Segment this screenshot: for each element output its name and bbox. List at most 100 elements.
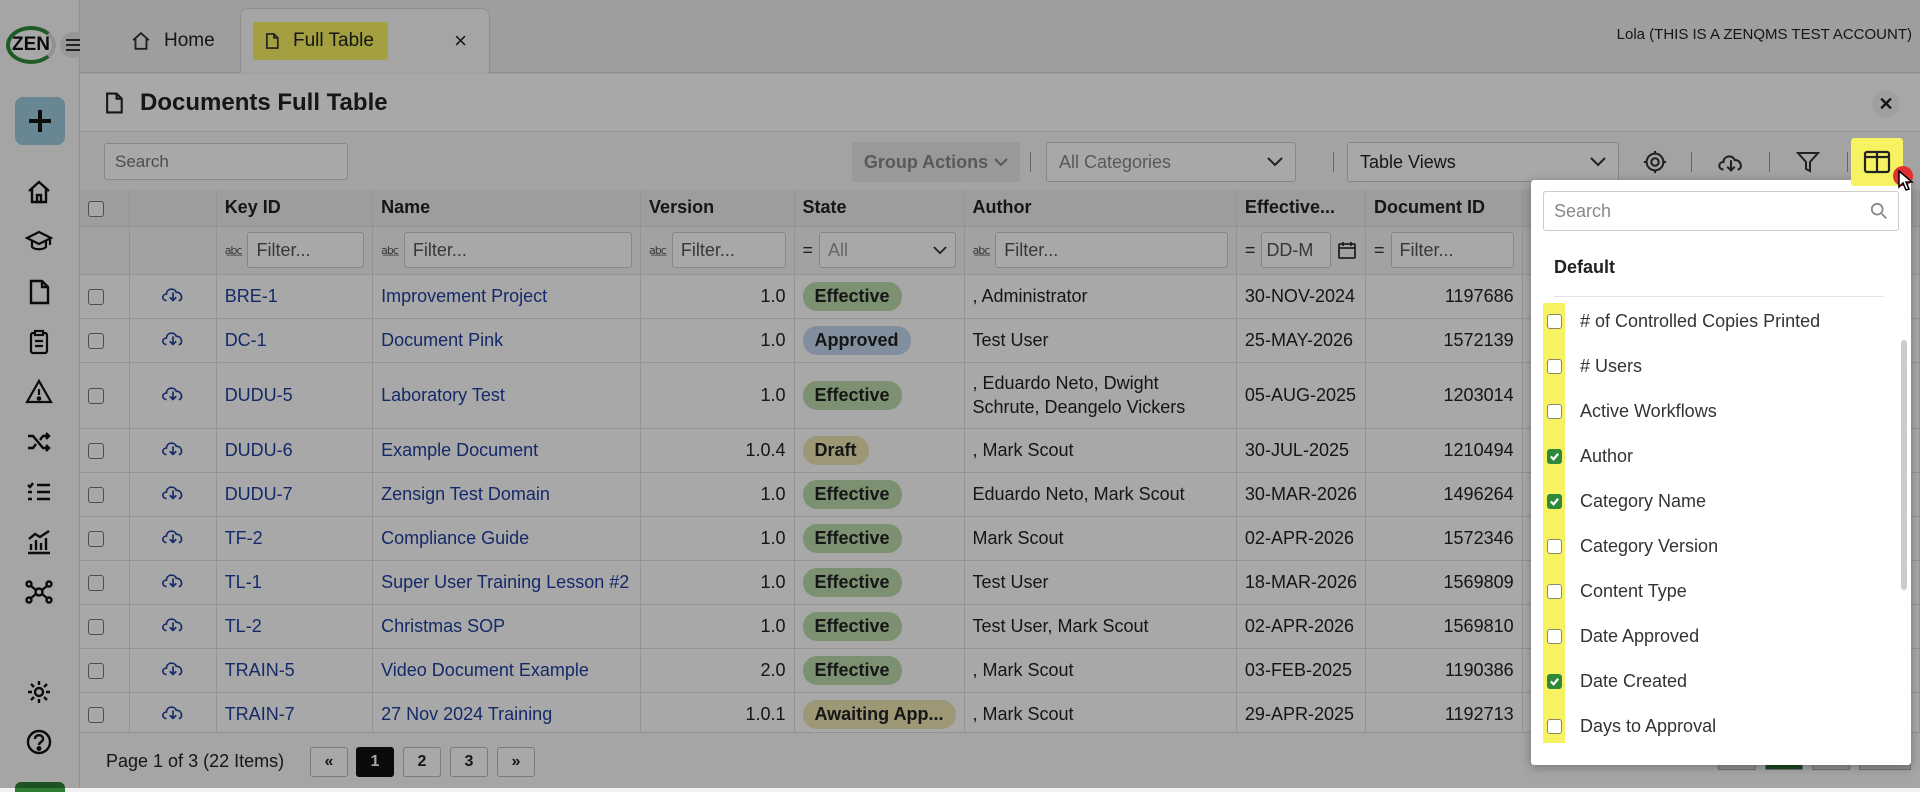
select-all-checkbox[interactable] bbox=[88, 200, 104, 217]
column-option[interactable]: Days to Approval bbox=[1547, 711, 1716, 741]
tab-home[interactable]: Home bbox=[110, 8, 260, 73]
column-option-checkbox[interactable] bbox=[1547, 673, 1562, 689]
account-name[interactable]: Lola (THIS IS A ZENQMS TEST ACCOUNT) bbox=[1617, 26, 1912, 43]
column-header-effective[interactable]: Effective... bbox=[1236, 190, 1366, 227]
key-id-cell[interactable]: DUDU-5 bbox=[216, 362, 374, 429]
warning-icon[interactable] bbox=[25, 378, 53, 406]
name-cell[interactable]: Zensign Test Domain bbox=[372, 472, 642, 517]
zen-logo[interactable]: ZEN bbox=[6, 26, 56, 64]
panel-close-button[interactable]: ✕ bbox=[1872, 90, 1900, 118]
name-cell[interactable]: Christmas SOP bbox=[372, 604, 642, 649]
name-cell[interactable]: Super User Training Lesson #2 bbox=[372, 560, 642, 605]
key-id-cell[interactable]: BRE-1 bbox=[216, 274, 374, 319]
column-option-checkbox[interactable] bbox=[1547, 628, 1562, 644]
sidebar-bottom-tab[interactable] bbox=[15, 782, 65, 792]
search-input[interactable] bbox=[113, 150, 338, 173]
text-filter-icon[interactable]: a͟b͟c bbox=[225, 244, 243, 257]
row-checkbox[interactable] bbox=[88, 662, 104, 679]
name-filter-input[interactable]: Filter... bbox=[403, 232, 633, 268]
document-id-filter-input[interactable]: Filter... bbox=[1390, 232, 1514, 268]
key-id-cell[interactable]: TL-1 bbox=[216, 560, 374, 605]
page-2-button[interactable]: 2 bbox=[403, 747, 441, 777]
column-option-checkbox[interactable] bbox=[1547, 538, 1562, 554]
next-page-button[interactable]: » bbox=[497, 747, 535, 777]
download-button[interactable] bbox=[1714, 145, 1748, 179]
name-cell[interactable]: Compliance Guide bbox=[372, 516, 642, 561]
column-option-checkbox[interactable] bbox=[1547, 583, 1562, 599]
column-option-checkbox[interactable] bbox=[1547, 493, 1562, 509]
column-option[interactable]: Author bbox=[1547, 441, 1633, 471]
column-header-state[interactable]: State bbox=[794, 190, 965, 227]
key-id-cell[interactable]: TRAIN-7 bbox=[216, 692, 374, 737]
name-cell[interactable]: Improvement Project bbox=[372, 274, 642, 319]
column-option[interactable]: Category Version bbox=[1547, 531, 1718, 561]
cloud-download-icon[interactable] bbox=[160, 570, 186, 590]
calendar-icon[interactable] bbox=[1337, 240, 1357, 260]
column-search-input[interactable]: Search bbox=[1543, 191, 1899, 231]
home-icon[interactable] bbox=[25, 178, 53, 206]
column-option[interactable]: Active Workflows bbox=[1547, 396, 1717, 426]
column-header-name[interactable]: Name bbox=[372, 190, 642, 227]
text-filter-icon[interactable]: a͟b͟c bbox=[381, 244, 399, 257]
key-id-cell[interactable]: DUDU-6 bbox=[216, 428, 374, 473]
column-header-author[interactable]: Author bbox=[964, 190, 1237, 227]
page-3-button[interactable]: 3 bbox=[450, 747, 488, 777]
column-option[interactable]: # of Controlled Copies Printed bbox=[1547, 306, 1820, 336]
tab-full-table[interactable]: Full Table × bbox=[240, 8, 490, 73]
column-header-key-id[interactable]: Key ID bbox=[216, 190, 374, 227]
row-checkbox[interactable] bbox=[88, 618, 104, 635]
shuffle-icon[interactable] bbox=[25, 428, 53, 456]
name-cell[interactable]: Document Pink bbox=[372, 318, 642, 363]
key-id-cell[interactable]: TRAIN-5 bbox=[216, 648, 374, 693]
row-checkbox[interactable] bbox=[88, 706, 104, 723]
column-option[interactable]: Category Name bbox=[1547, 486, 1706, 516]
row-checkbox[interactable] bbox=[88, 332, 104, 349]
document-icon[interactable] bbox=[25, 278, 53, 306]
cloud-download-icon[interactable] bbox=[160, 526, 186, 546]
name-cell[interactable]: 27 Nov 2024 Training bbox=[372, 692, 642, 737]
name-cell[interactable]: Video Document Example bbox=[372, 648, 642, 693]
help-icon[interactable] bbox=[25, 728, 53, 756]
row-checkbox[interactable] bbox=[88, 387, 104, 404]
key-id-cell[interactable]: TL-2 bbox=[216, 604, 374, 649]
text-filter-icon[interactable]: a͟b͟c bbox=[649, 244, 667, 257]
cloud-download-icon[interactable] bbox=[160, 328, 186, 348]
key-id-cell[interactable]: DUDU-7 bbox=[216, 472, 374, 517]
cloud-download-icon[interactable] bbox=[160, 438, 186, 458]
row-checkbox[interactable] bbox=[88, 530, 104, 547]
cloud-download-icon[interactable] bbox=[160, 383, 186, 403]
cloud-download-icon[interactable] bbox=[160, 702, 186, 722]
cloud-download-icon[interactable] bbox=[160, 614, 186, 634]
key-id-cell[interactable]: TF-2 bbox=[216, 516, 374, 561]
list-icon[interactable] bbox=[25, 478, 53, 506]
clipboard-icon[interactable] bbox=[25, 328, 53, 356]
name-cell[interactable]: Example Document bbox=[372, 428, 642, 473]
tab-close-icon[interactable]: × bbox=[454, 30, 467, 52]
filter-button[interactable] bbox=[1791, 145, 1825, 179]
author-filter-input[interactable]: Filter... bbox=[995, 232, 1228, 268]
column-header-document-id[interactable]: Document ID bbox=[1365, 190, 1523, 227]
column-option[interactable]: Date Approved bbox=[1547, 621, 1699, 651]
column-option-checkbox[interactable] bbox=[1547, 718, 1562, 734]
effective-date-filter[interactable]: DD-M bbox=[1261, 232, 1331, 268]
row-checkbox[interactable] bbox=[88, 574, 104, 591]
settings-button[interactable] bbox=[1638, 145, 1672, 179]
add-button[interactable] bbox=[15, 97, 65, 145]
column-option-checkbox[interactable] bbox=[1547, 403, 1562, 419]
chart-icon[interactable] bbox=[25, 528, 53, 556]
row-checkbox[interactable] bbox=[88, 442, 104, 459]
table-views-select[interactable]: Table Views bbox=[1347, 142, 1619, 182]
name-cell[interactable]: Laboratory Test bbox=[372, 362, 642, 429]
gear-icon[interactable] bbox=[25, 678, 53, 706]
group-actions-button[interactable]: Group Actions bbox=[852, 142, 1020, 182]
cloud-download-icon[interactable] bbox=[160, 284, 186, 304]
column-option[interactable]: Content Type bbox=[1547, 576, 1687, 606]
column-header-version[interactable]: Version bbox=[640, 190, 795, 227]
column-option-checkbox[interactable] bbox=[1547, 448, 1562, 464]
network-icon[interactable] bbox=[25, 578, 53, 606]
column-option-checkbox[interactable] bbox=[1547, 358, 1562, 374]
equals-filter-icon[interactable]: = bbox=[803, 240, 814, 261]
state-filter-select[interactable]: All bbox=[819, 232, 956, 268]
column-option[interactable]: # Users bbox=[1547, 351, 1642, 381]
page-1-button[interactable]: 1 bbox=[356, 747, 394, 777]
